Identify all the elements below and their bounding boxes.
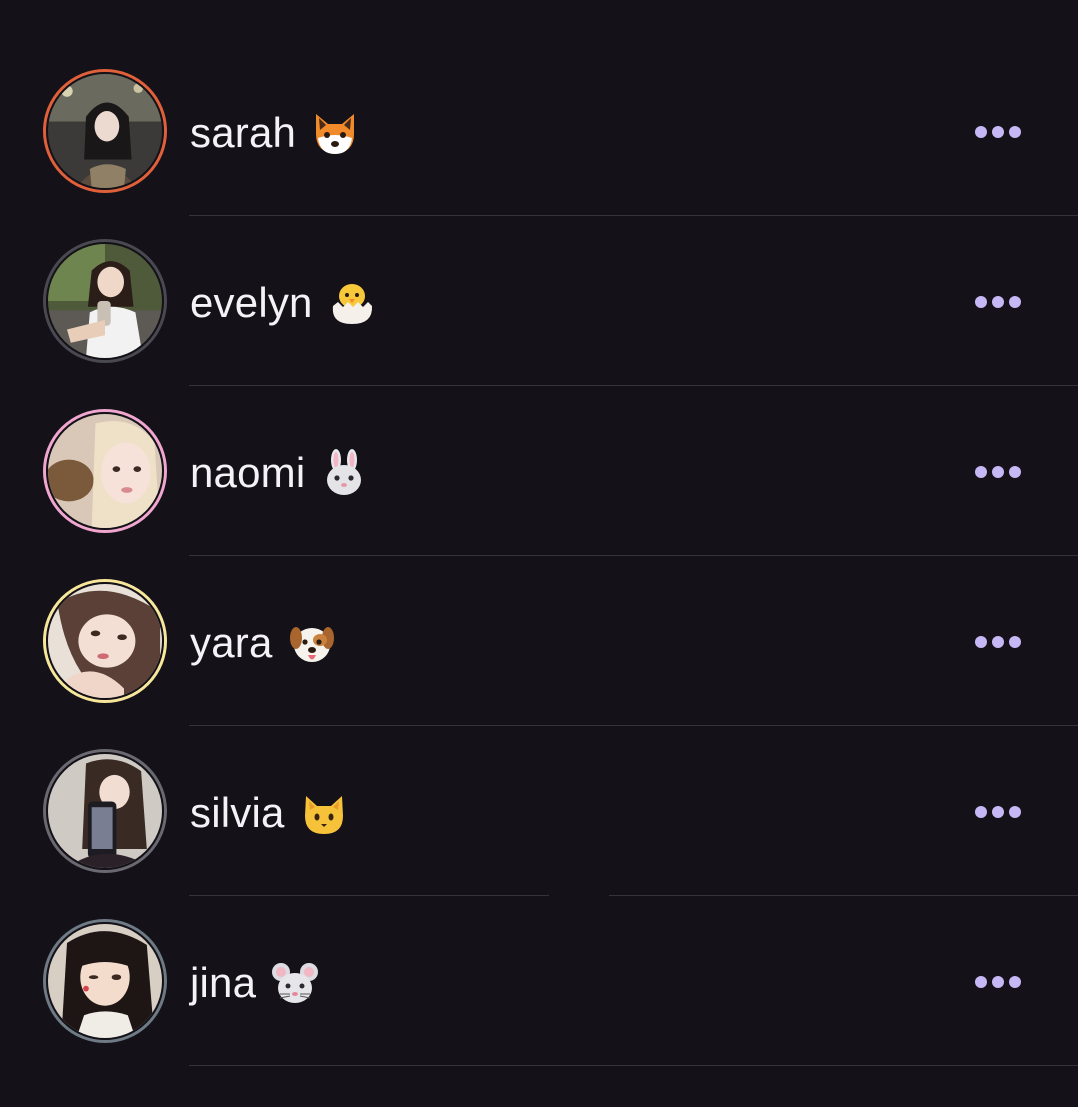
- username-text: jina: [190, 959, 257, 1006]
- list-item[interactable]: silvia: [0, 680, 1078, 896]
- more-horizontal-icon: [975, 466, 987, 478]
- fox-face-icon: [310, 108, 360, 158]
- username-text: yara: [190, 619, 273, 666]
- username-text: silvia: [190, 789, 285, 836]
- more-button[interactable]: [966, 460, 1030, 484]
- more-horizontal-icon: [975, 806, 987, 818]
- username: evelyn: [190, 278, 377, 328]
- hatching-chick-icon: [327, 278, 377, 328]
- avatar[interactable]: [43, 919, 167, 1043]
- more-horizontal-icon: [975, 976, 987, 988]
- username: yara: [190, 618, 337, 668]
- rabbit-face-icon: [319, 448, 369, 498]
- list-item[interactable]: sarah: [0, 0, 1078, 216]
- profile-photo: [46, 922, 164, 1040]
- more-button[interactable]: [966, 120, 1030, 144]
- more-button[interactable]: [966, 970, 1030, 994]
- more-horizontal-icon: [975, 126, 987, 138]
- close-friends-list: sarah evelyn naomi yara silvia jina: [0, 0, 1078, 1107]
- username: silvia: [190, 788, 349, 838]
- more-button[interactable]: [966, 290, 1030, 314]
- more-horizontal-icon: [975, 296, 987, 308]
- username-text: naomi: [190, 449, 306, 496]
- username: naomi: [190, 448, 369, 498]
- dog-face-icon: [287, 618, 337, 668]
- divider: [189, 1065, 1078, 1066]
- more-button[interactable]: [966, 800, 1030, 824]
- username-text: evelyn: [190, 279, 313, 326]
- cat-face-icon: [299, 788, 349, 838]
- mouse-face-icon: [270, 958, 320, 1008]
- more-button[interactable]: [966, 630, 1030, 654]
- username: jina: [190, 958, 320, 1008]
- username: sarah: [190, 108, 360, 158]
- list-item[interactable]: jina: [0, 850, 1078, 1066]
- list-item[interactable]: naomi: [0, 340, 1078, 556]
- username-text: sarah: [190, 109, 297, 156]
- list-item[interactable]: evelyn: [0, 170, 1078, 386]
- more-horizontal-icon: [975, 636, 987, 648]
- list-item[interactable]: yara: [0, 510, 1078, 726]
